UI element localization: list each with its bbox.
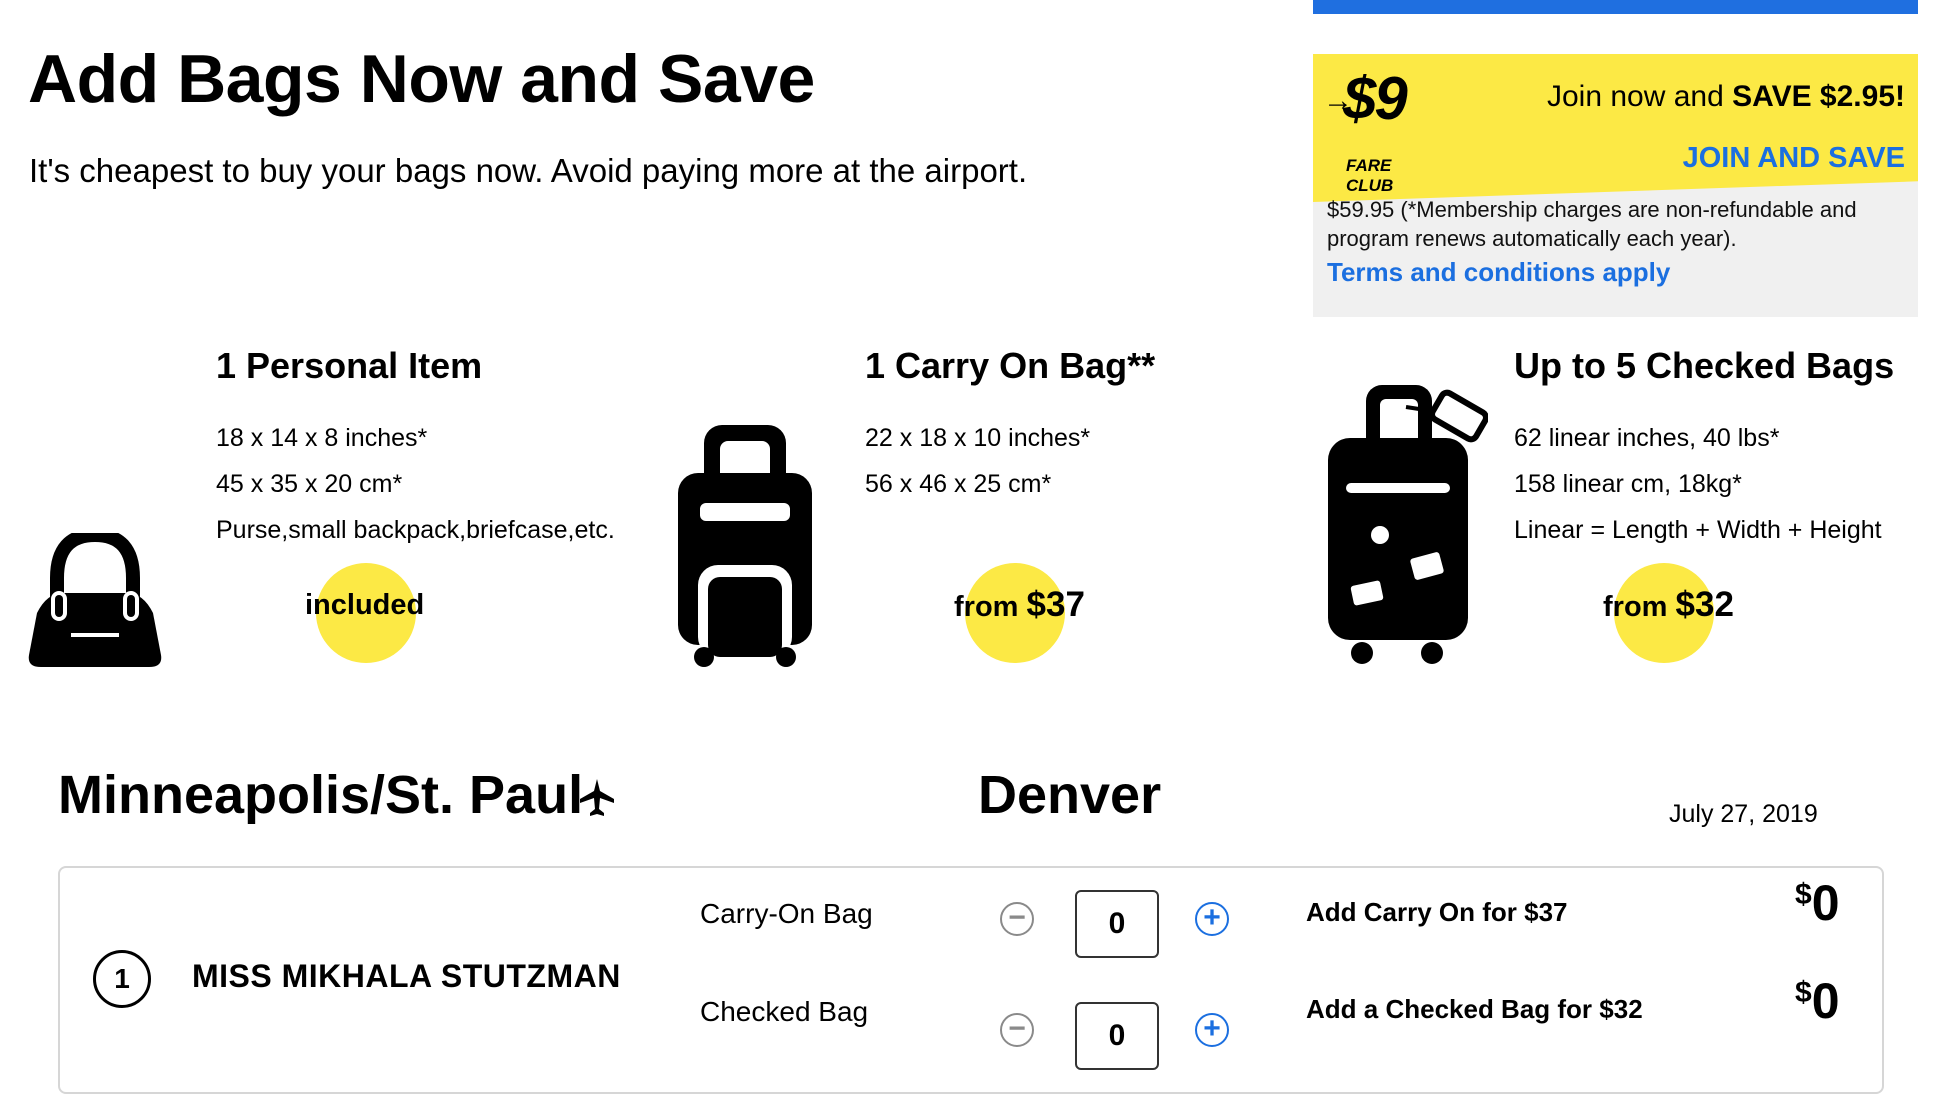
carry-on-plus-button[interactable]: + (1195, 902, 1229, 936)
checked-price-text: from $32 (1603, 585, 1734, 625)
carry-on-quantity-input[interactable] (1075, 890, 1159, 958)
route-destination: Denver (978, 765, 1162, 825)
page-title: Add Bags Now and Save (28, 41, 815, 117)
logo-price: $9 (1343, 65, 1408, 132)
checked-quantity-input[interactable] (1075, 1002, 1159, 1070)
checked-plus-button[interactable]: + (1195, 1013, 1229, 1047)
fare-club-promo: → $9 FARE CLUB Join now and SAVE $2.95! … (1313, 54, 1918, 317)
promo-join-lead: Join now and (1546, 80, 1724, 113)
carry-on-row-label: Carry-On Bag (700, 898, 873, 929)
currency-symbol: $ (1795, 878, 1812, 911)
price-amount: $32 (1675, 585, 1734, 624)
checked-suitcase-icon (1328, 383, 1489, 668)
price-amount: $37 (1026, 585, 1085, 624)
checked-bags-title: Up to 5 Checked Bags (1514, 345, 1895, 386)
passenger-bag-card: 1 MISS MIKHALA STUTZMAN Carry-On Bag − +… (58, 866, 1884, 1094)
checked-add-text: Add a Checked Bag for $32 (1306, 994, 1643, 1024)
checked-row-label: Checked Bag (700, 996, 869, 1027)
carry-on-add-text: Add Carry On for $37 (1306, 897, 1568, 927)
top-blue-button-edge[interactable] (1313, 0, 1918, 14)
carry-on-price: from $37 (954, 563, 1134, 663)
price-prefix: from (1603, 591, 1668, 623)
carry-on-price-text: from $37 (954, 585, 1085, 625)
checked-total-value: 0 (1811, 973, 1840, 1029)
join-and-save-link[interactable]: JOIN AND SAVE (1683, 142, 1905, 175)
personal-item-size-cm: 45 x 35 x 20 cm* (216, 470, 403, 498)
logo-subtitle: FARE CLUB (1346, 156, 1394, 195)
personal-item-price: included (305, 563, 465, 663)
flight-date: July 27, 2019 (1669, 800, 1818, 828)
personal-item-examples: Purse,small backpack,briefcase,etc. (216, 516, 615, 544)
personal-item-price-label: included (305, 589, 425, 621)
carry-on-line-total: $0 (1795, 874, 1840, 932)
carry-on-total-value: 0 (1811, 875, 1840, 931)
terms-link[interactable]: Terms and conditions apply (1327, 257, 1670, 288)
carry-on-title: 1 Carry On Bag** (865, 345, 1156, 386)
carry-on-minus-button[interactable]: − (1000, 902, 1034, 936)
carry-on-size-in: 22 x 18 x 10 inches* (865, 424, 1091, 452)
plane-icon (578, 777, 616, 817)
page-subtitle: It's cheapest to buy your bags now. Avoi… (29, 152, 1028, 189)
handbag-icon (27, 527, 163, 668)
promo-join-save: SAVE $2.95! (1732, 80, 1905, 113)
checked-price: from $32 (1603, 563, 1783, 663)
fare-club-logo: → $9 FARE CLUB (1323, 65, 1441, 195)
carry-on-size-cm: 56 x 46 x 25 cm* (865, 470, 1052, 498)
passenger-number: 1 (93, 950, 151, 1008)
passenger-name: MISS MIKHALA STUTZMAN (192, 958, 621, 994)
checked-size-cm: 158 linear cm, 18kg* (1514, 470, 1742, 498)
carry-on-suitcase-icon (678, 425, 812, 669)
checked-line-total: $0 (1795, 972, 1840, 1030)
personal-item-title: 1 Personal Item (216, 345, 483, 386)
checked-minus-button[interactable]: − (1000, 1013, 1034, 1047)
checked-linear-note: Linear = Length + Width + Height (1514, 516, 1882, 544)
route-origin: Minneapolis/St. Paul (58, 765, 584, 825)
price-prefix: from (954, 591, 1019, 623)
currency-symbol: $ (1795, 976, 1812, 1009)
checked-size-in: 62 linear inches, 40 lbs* (1514, 424, 1780, 452)
personal-item-size-in: 18 x 14 x 8 inches* (216, 424, 428, 452)
promo-fine-print: $59.95 (*Membership charges are non-refu… (1327, 197, 1857, 251)
promo-join-text: Join now and SAVE $2.95! (1547, 80, 1905, 114)
